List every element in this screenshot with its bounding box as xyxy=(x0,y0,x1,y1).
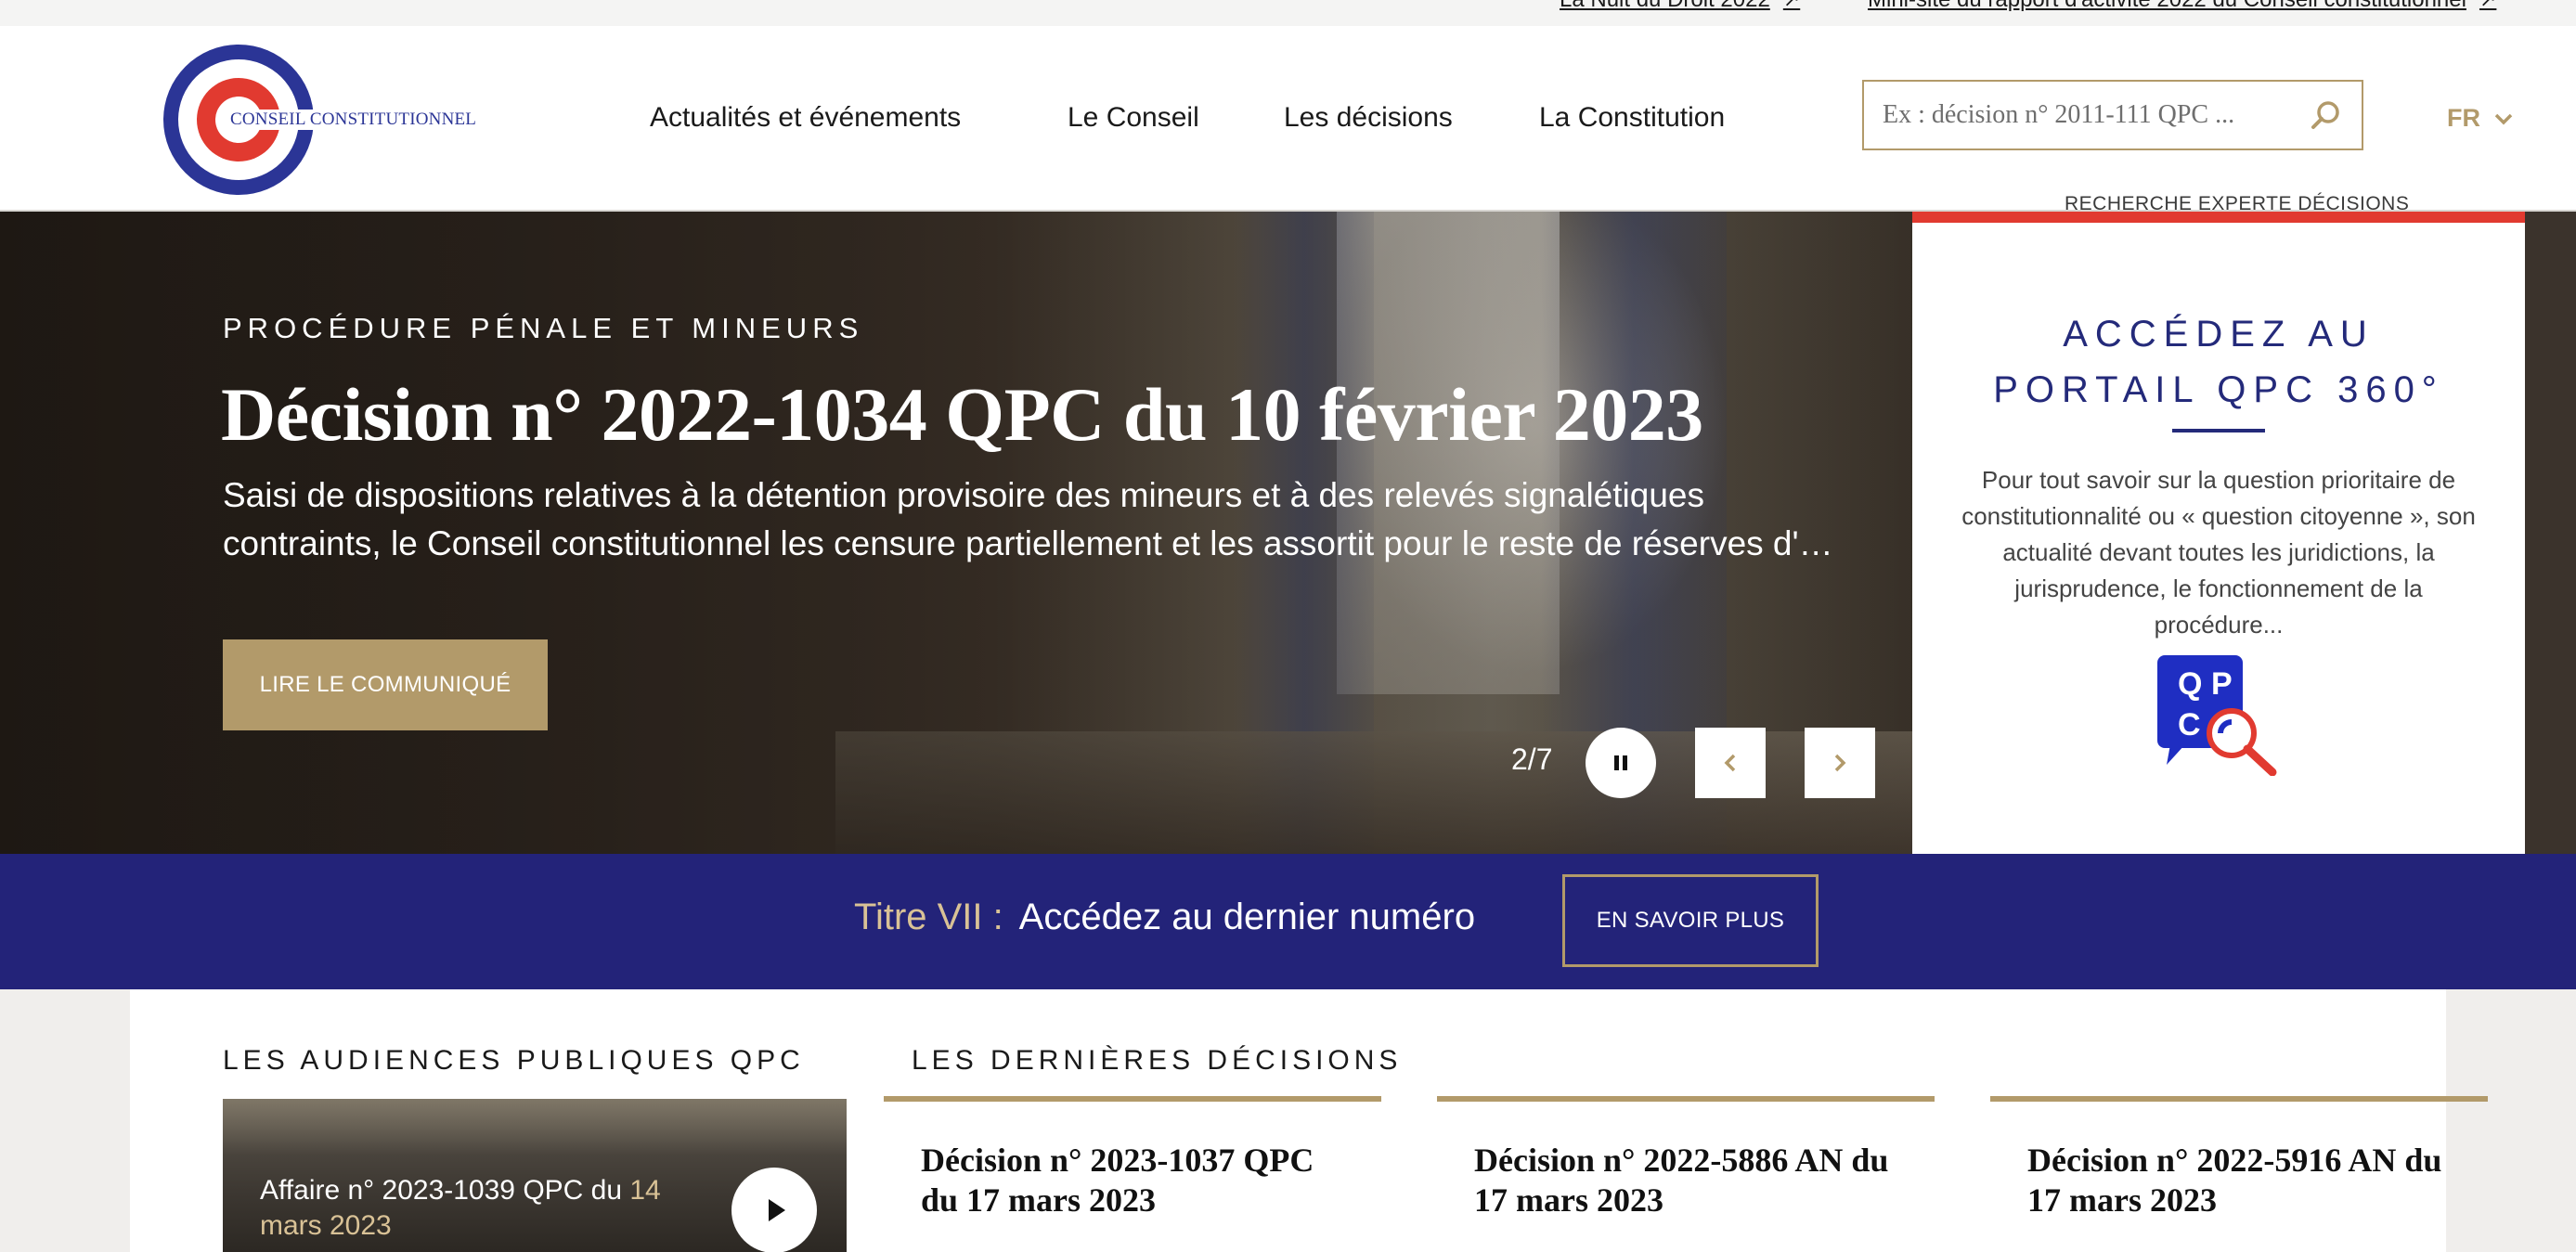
qpc-logo-letter: Q xyxy=(2178,666,2202,702)
page-edge-strip xyxy=(2525,212,2576,854)
nuit-du-droit-label: La Nuit du Droit 2022 xyxy=(1560,0,1770,13)
hero-description: Saisi de dispositions relatives à la dét… xyxy=(223,471,1838,568)
titre-vii-banner: Titre VII : Accédez au dernier numéro EN… xyxy=(0,854,2576,989)
pause-icon xyxy=(1614,755,1619,770)
search-box xyxy=(1862,80,2363,150)
qpc-divider xyxy=(2172,429,2265,432)
search-icon[interactable] xyxy=(2310,98,2343,132)
qpc-portal-text: Pour tout savoir sur la question priorit… xyxy=(1961,466,2476,639)
decision-card[interactable]: Décision n° 2022-5886 AN du 17 mars 2023 xyxy=(1437,1096,1935,1252)
audience-video-card[interactable]: Affaire n° 2023-1039 QPC du 14 mars 2023 xyxy=(223,1099,847,1252)
next-slide-button[interactable] xyxy=(1805,728,1875,798)
nav-actualites[interactable]: Actualités et événements xyxy=(650,102,961,134)
search-input[interactable] xyxy=(1864,82,2291,148)
chevron-left-icon xyxy=(1724,754,1736,772)
pause-icon xyxy=(1623,755,1627,770)
decision-title: Décision n° 2022-5886 AN du 17 mars 2023 xyxy=(1474,1142,1889,1219)
video-caption: Affaire n° 2023-1039 QPC du 14 mars 2023 xyxy=(260,1173,705,1244)
hero-title: Décision n° 2022-1034 QPC du 10 février … xyxy=(221,372,1703,457)
hero-description-line: Saisi de dispositions relatives à la dét… xyxy=(223,476,1704,514)
decision-card[interactable]: Décision n° 2022-5916 AN du 17 mars 2023 xyxy=(1990,1096,2488,1252)
hero-description-line: contraints, le Conseil constitutionnel l… xyxy=(223,524,1838,562)
language-label: FR xyxy=(2447,104,2480,132)
qpc-logo-letter: P xyxy=(2211,666,2233,702)
nav-le-conseil[interactable]: Le Conseil xyxy=(1068,102,1199,134)
audiences-section-title: LES AUDIENCES PUBLIQUES QPC xyxy=(223,1045,805,1076)
language-selector[interactable]: FR xyxy=(2447,104,2514,133)
logo-text: CONSEIL CONSTITUTIONNEL xyxy=(228,110,479,130)
decision-card[interactable]: Décision n° 2023-1037 QPC du 17 mars 202… xyxy=(884,1096,1381,1252)
qpc-title-line: ACCÉDEZ AU xyxy=(2063,314,2375,355)
nuit-du-droit-link[interactable]: La Nuit du Droit 2022 ↗ xyxy=(1560,0,1800,13)
qpc-title-line: PORTAIL QPC 360° xyxy=(1993,369,2444,410)
external-link-icon: ↗ xyxy=(2479,0,2496,12)
pause-button[interactable] xyxy=(1586,728,1656,798)
rapport-activite-label: Mini-site du rapport d'activité 2022 du … xyxy=(1868,0,2466,13)
read-communique-button[interactable]: LIRE LE COMMUNIQUÉ xyxy=(223,639,548,730)
qpc-portal-title: ACCÉDEZ AU PORTAIL QPC 360° xyxy=(1912,306,2525,418)
decisions-section-title: LES DERNIÈRES DÉCISIONS xyxy=(912,1045,1403,1076)
qpc-logo-letter: C xyxy=(2178,707,2201,742)
chevron-right-icon xyxy=(1834,754,1846,772)
qpc-portal-panel[interactable]: ACCÉDEZ AU PORTAIL QPC 360° Pour tout sa… xyxy=(1912,212,2525,854)
chevron-down-icon xyxy=(2494,113,2513,124)
en-savoir-plus-button[interactable]: EN SAVOIR PLUS xyxy=(1562,874,1819,967)
hero-carousel: PROCÉDURE PÉNALE ET MINEURS Décision n° … xyxy=(0,212,1912,854)
external-link-icon: ↗ xyxy=(1783,0,1800,12)
hero-kicker: PROCÉDURE PÉNALE ET MINEURS xyxy=(223,312,864,344)
nav-les-decisions[interactable]: Les décisions xyxy=(1284,102,1453,134)
nav-la-constitution[interactable]: La Constitution xyxy=(1539,102,1725,134)
play-button[interactable] xyxy=(731,1168,817,1252)
video-thumbnail xyxy=(223,1099,847,1155)
conseil-logo[interactable]: CONSEIL CONSTITUTIONNEL xyxy=(163,45,479,198)
home-content: LES AUDIENCES PUBLIQUES QPC Affaire n° 2… xyxy=(130,989,2488,1252)
site-header: CONSEIL CONSTITUTIONNEL Actualités et év… xyxy=(0,26,2576,214)
slide-counter: 2/7 xyxy=(1511,742,1553,776)
video-caption-main: Affaire n° 2023-1039 QPC du xyxy=(260,1175,630,1206)
titre-vii-accent: Titre VII : xyxy=(854,897,1003,937)
play-icon xyxy=(768,1199,785,1221)
titre-vii-text: Titre VII : Accédez au dernier numéro xyxy=(854,897,1475,938)
utility-bar: La Nuit du Droit 2022 ↗ Mini-site du rap… xyxy=(0,0,2576,26)
prev-slide-button[interactable] xyxy=(1695,728,1766,798)
rapport-activite-link[interactable]: Mini-site du rapport d'activité 2022 du … xyxy=(1868,0,2496,13)
titre-vii-label: Accédez au dernier numéro xyxy=(1018,897,1476,937)
decision-title: Décision n° 2022-5916 AN du 17 mars 2023 xyxy=(2027,1142,2442,1219)
qpc-360-logo-icon[interactable]: Q P C xyxy=(2157,655,2287,776)
decision-title: Décision n° 2023-1037 QPC du 17 mars 202… xyxy=(921,1142,1314,1219)
